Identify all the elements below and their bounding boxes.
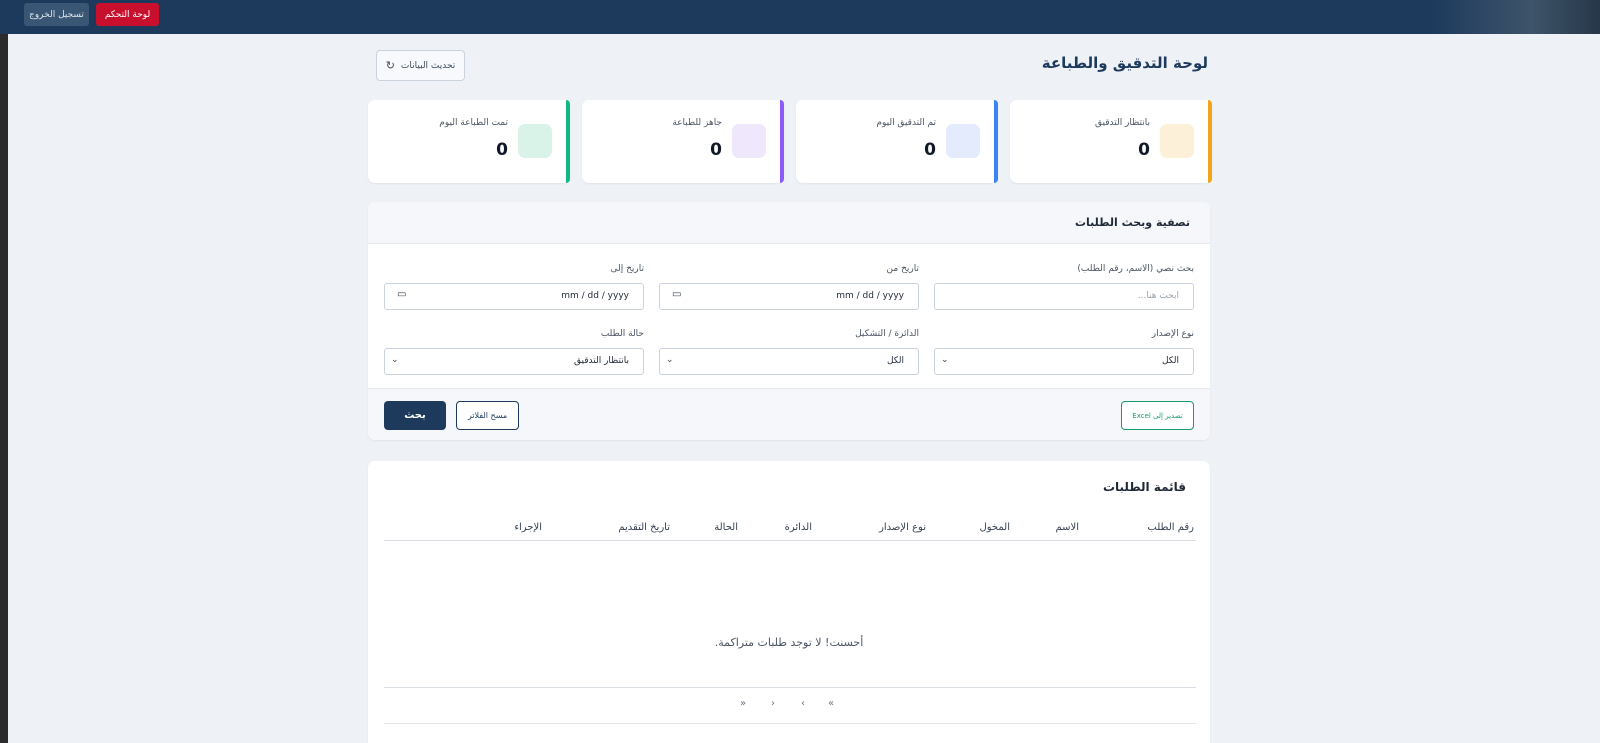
filter-panel: تصفية وبحث الطلبات بحث نصي (الاسم، رقم ا… [368,202,1210,440]
stat-accent-bar [994,100,998,183]
column-header-request-number[interactable]: رقم الطلب [1147,522,1194,533]
column-header-submission-date[interactable]: تاريخ التقديم [618,522,670,533]
export-excel-button[interactable]: تصدير إلى Excel [1121,401,1194,430]
column-header-action[interactable]: الإجراء [514,522,542,533]
stat-value: 0 [496,140,508,160]
refresh-data-button[interactable]: تحديث البيانات ↻ [376,50,465,81]
department-select[interactable]: الكل ⌄ [659,348,919,375]
search-button[interactable]: بحث [384,401,446,430]
calendar-icon[interactable]: ▭ [672,289,681,300]
table-bottom-divider [384,723,1196,724]
main-content: لوحة التدقيق والطباعة تحديث البيانات ↻ ب… [8,34,1600,743]
date-to-input[interactable]: mm / dd / yyyy ▭ [384,283,644,310]
column-header-name[interactable]: الاسم [1055,522,1079,533]
stat-value: 0 [710,140,722,160]
page-title: لوحة التدقيق والطباعة [1041,54,1208,72]
stat-label: بانتظار التدقيق [1094,118,1150,128]
stat-value: 0 [1138,140,1150,160]
date-to-label: تاريخ إلى [610,264,644,274]
stat-label: جاهز للطباعة [672,118,722,128]
issue-type-value: الكل [1161,356,1179,366]
date-from-input[interactable]: mm / dd / yyyy ▭ [659,283,919,310]
date-from-label: تاريخ من [886,264,919,274]
stat-accent-bar [1208,100,1212,183]
text-search-input[interactable]: ابحث هنا... [934,283,1194,310]
printer-icon [732,124,766,158]
text-search-label: بحث نصي (الاسم، رقم الطلب) [1077,264,1194,274]
pager-last-button[interactable]: » [740,698,746,709]
filter-actions: بحث مسح الفلاتر تصدير إلى Excel [368,388,1210,440]
column-header-status[interactable]: الحالة [714,522,738,533]
filter-panel-header: تصفية وبحث الطلبات [368,202,1210,244]
document-icon [518,124,552,158]
stat-label: تمت الطباعة اليوم [439,118,508,128]
navbar-shade [1430,0,1600,34]
empty-state-message: أحسنت! لا توجد طلبات متراكمة. [714,636,864,649]
filter-panel-title: تصفية وبحث الطلبات [1074,216,1190,229]
text-search-placeholder: ابحث هنا... [1137,291,1179,301]
calendar-icon[interactable]: ▭ [397,289,406,300]
dashboard-button[interactable]: لوحة التحكم [96,3,159,26]
refresh-button-label: تحديث البيانات [400,60,456,71]
issue-type-select[interactable]: الكل ⌄ [934,348,1194,375]
stat-label: تم التدقيق اليوم [876,118,936,128]
table-header-divider [384,540,1196,541]
refresh-icon: ↻ [385,59,395,72]
request-status-label: حالة الطلب [600,329,644,339]
issue-type-label: نوع الإصدار [1151,329,1194,339]
department-label: الدائرة / التشكيل [855,329,919,339]
stat-card-pending-review: بانتظار التدقيق 0 [1010,100,1212,183]
chevron-down-icon: ⌄ [391,355,399,365]
pager-next-button[interactable]: › [771,698,775,709]
stat-accent-bar [780,100,784,183]
chevron-down-icon: ⌄ [941,355,949,365]
stat-card-reviewed-today: تم التدقيق اليوم 0 [796,100,998,183]
date-to-value: mm / dd / yyyy [561,291,629,301]
table-footer-divider [384,687,1196,688]
department-value: الكل [886,356,904,366]
request-status-value: بانتظار التدقيق [573,356,629,366]
requests-list-panel: قائمة الطلبات رقم الطلب الاسم المخول نوع… [368,461,1210,743]
pager-first-button[interactable]: « [828,698,834,709]
clear-filters-button[interactable]: مسح الفلاتر [456,401,519,430]
top-navbar: تسجيل الخروج لوحة التحكم [0,0,1600,34]
column-header-issue-type[interactable]: نوع الإصدار [879,522,926,533]
request-status-select[interactable]: بانتظار التدقيق ⌄ [384,348,644,375]
requests-list-title: قائمة الطلبات [1102,480,1186,494]
pager-prev-button[interactable]: ‹ [801,698,805,709]
column-header-authorized[interactable]: المخول [980,522,1011,533]
stat-card-ready-to-print: جاهز للطباعة 0 [582,100,784,183]
clock-icon [1160,124,1194,158]
stat-card-printed-today: تمت الطباعة اليوم 0 [368,100,570,183]
chevron-down-icon: ⌄ [666,355,674,365]
check-icon [946,124,980,158]
date-from-value: mm / dd / yyyy [836,291,904,301]
logout-button[interactable]: تسجيل الخروج [24,3,89,26]
stat-accent-bar [566,100,570,183]
stat-value: 0 [924,140,936,160]
column-header-department[interactable]: الدائرة [785,522,812,533]
